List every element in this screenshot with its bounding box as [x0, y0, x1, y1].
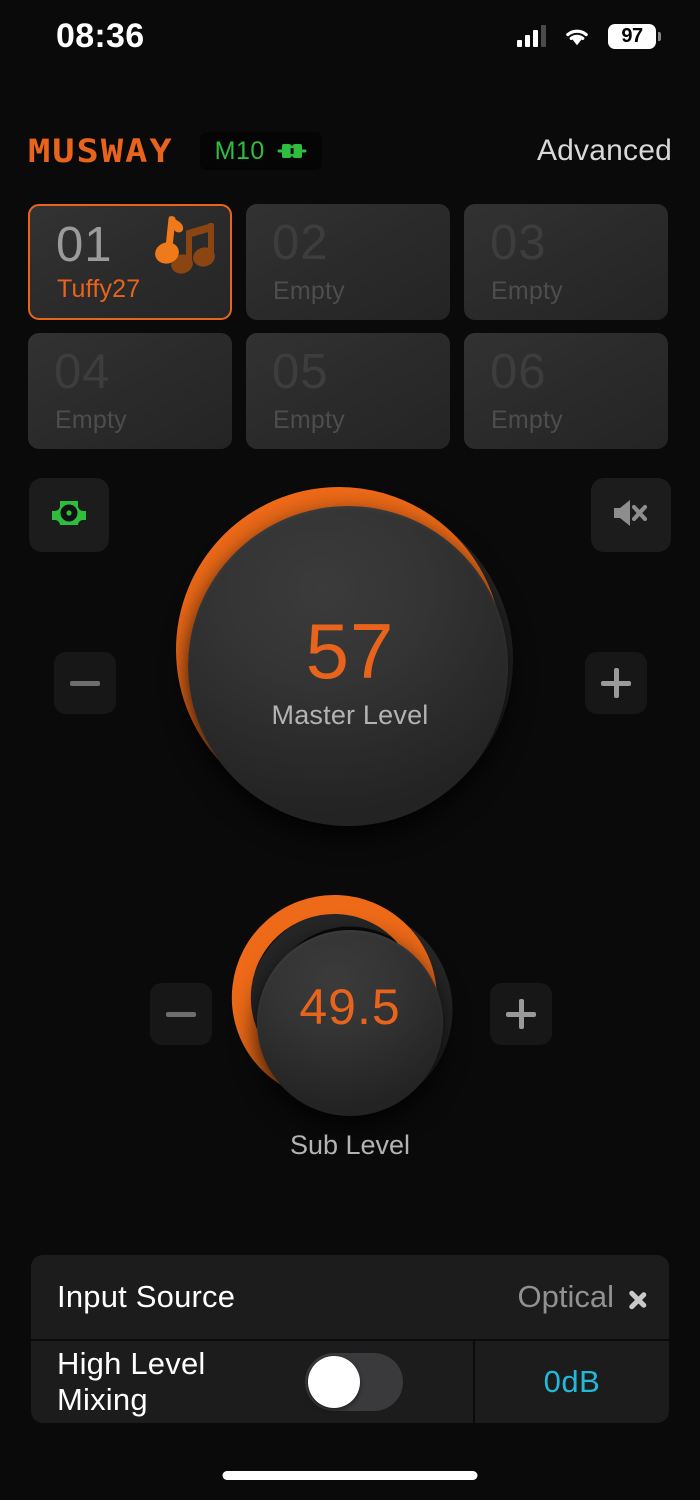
- advanced-button[interactable]: Advanced: [537, 134, 672, 168]
- brand-logo: MUSWAY: [28, 132, 174, 170]
- master-level-value: 57: [305, 607, 395, 695]
- preset-number: 04: [54, 345, 111, 399]
- high-level-gain-value[interactable]: 0dB: [473, 1340, 669, 1423]
- high-level-mixing-label: High Level Mixing: [57, 1346, 206, 1417]
- high-level-mixing-row[interactable]: High Level Mixing 0dB: [31, 1339, 669, 1423]
- sub-decrease-button[interactable]: [150, 983, 212, 1045]
- sub-level-knob[interactable]: 49.5: [215, 890, 485, 1120]
- preset-name: Empty: [491, 406, 563, 434]
- battery-percent: 97: [621, 24, 643, 47]
- toggle-knob: [308, 1356, 360, 1408]
- preset-number: 05: [272, 345, 329, 399]
- preset-number: 01: [56, 218, 113, 272]
- speaker-mute-icon: [608, 493, 654, 538]
- device-badge[interactable]: M10: [199, 132, 322, 170]
- mute-button[interactable]: [591, 478, 671, 552]
- sub-level-value: 49.5: [299, 979, 401, 1035]
- sub-level-label: Sub Level: [289, 1130, 411, 1160]
- master-increase-button[interactable]: [585, 652, 647, 714]
- preset-card-04[interactable]: 04 Empty: [28, 333, 232, 449]
- preset-name: Empty: [273, 277, 345, 305]
- input-source-row[interactable]: Input Source Optical: [31, 1255, 669, 1339]
- speaker-setup-button[interactable]: [29, 478, 109, 552]
- app-header: MUSWAY M10 Advanced: [0, 125, 700, 177]
- input-source-label: Input Source: [57, 1279, 236, 1314]
- plus-icon: [601, 668, 631, 698]
- battery-icon: 97: [608, 23, 661, 49]
- preset-card-05[interactable]: 05 Empty: [246, 333, 450, 449]
- master-level-knob[interactable]: 57 Master Level: [140, 460, 560, 860]
- plus-icon: [506, 999, 536, 1029]
- status-bar: 08:36 97: [0, 0, 700, 72]
- preset-number: 03: [490, 216, 547, 270]
- preset-grid: 01 Tuffy27 02 Empty 03 Empty 04 Empty 05…: [28, 204, 672, 449]
- master-level-section: 57 Master Level: [0, 460, 700, 880]
- wifi-icon: [562, 25, 592, 47]
- preset-number: 06: [490, 345, 547, 399]
- master-level-label: Master Level: [271, 700, 429, 730]
- preset-card-01[interactable]: 01 Tuffy27: [28, 204, 232, 320]
- status-time: 08:36: [56, 16, 145, 55]
- master-decrease-button[interactable]: [54, 652, 116, 714]
- home-indicator[interactable]: [222, 1471, 478, 1480]
- sub-level-section: 49.5 Sub Level: [0, 890, 700, 1180]
- speaker-setup-icon: [47, 493, 91, 538]
- device-model-label: M10: [214, 136, 265, 165]
- preset-card-03[interactable]: 03 Empty: [464, 204, 668, 320]
- preset-card-02[interactable]: 02 Empty: [246, 204, 450, 320]
- music-note-icon: [142, 210, 222, 282]
- preset-name: Empty: [491, 277, 563, 305]
- status-indicators: 97: [517, 23, 661, 49]
- input-source-value: Optical: [517, 1279, 614, 1314]
- battery-cap: [658, 31, 661, 41]
- high-level-mixing-toggle[interactable]: [305, 1353, 403, 1411]
- minus-icon: [70, 680, 100, 686]
- plug-connected-icon: [275, 139, 309, 163]
- preset-card-06[interactable]: 06 Empty: [464, 333, 668, 449]
- chevron-right-icon: [628, 1282, 645, 1312]
- preset-number: 02: [272, 216, 329, 270]
- preset-name: Empty: [55, 406, 127, 434]
- preset-name: Empty: [273, 406, 345, 434]
- settings-list: Input Source Optical High Level Mixing 0…: [31, 1255, 669, 1423]
- cellular-signal-icon: [517, 25, 546, 47]
- preset-name: Tuffy27: [57, 275, 141, 303]
- sub-increase-button[interactable]: [490, 983, 552, 1045]
- minus-icon: [166, 1011, 196, 1017]
